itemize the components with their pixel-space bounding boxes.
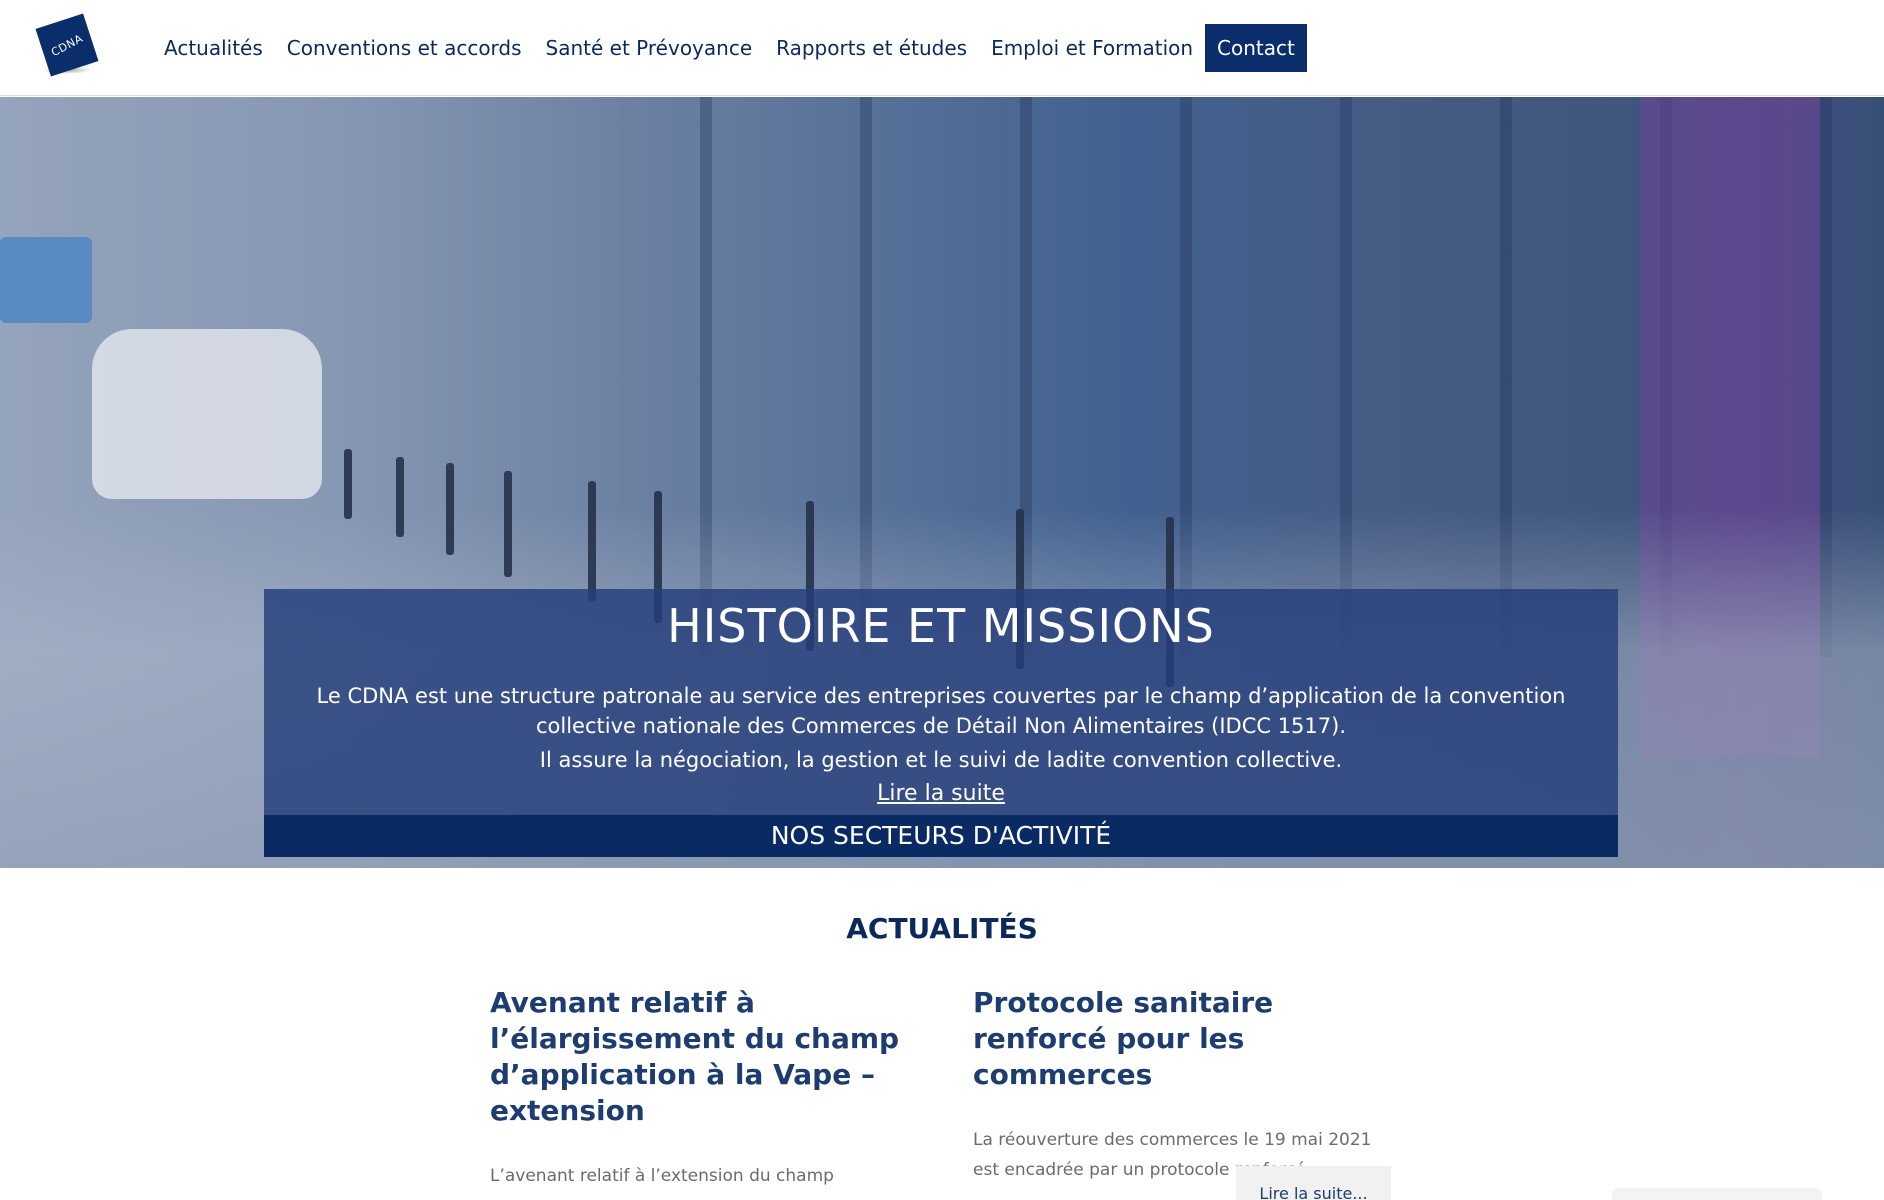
hero-panel: HISTOIRE ET MISSIONS Le CDNA est une str… — [264, 589, 1618, 815]
news-card-title[interactable]: Protocole sanitaire renforcé pour les co… — [973, 985, 1393, 1093]
nav-item-emploi[interactable]: Emploi et Formation — [979, 24, 1205, 72]
nav-item-contact[interactable]: Contact — [1205, 24, 1307, 72]
hero-description: Le CDNA est une structure patronale au s… — [316, 684, 1566, 738]
news-card-title[interactable]: Avenant relatif à l’élargissement du cha… — [490, 985, 910, 1129]
read-more-button[interactable]: Lire la suite... — [1236, 1166, 1391, 1200]
news-card-excerpt: L’avenant relatif à l’extension du champ — [490, 1166, 834, 1186]
news-heading: ACTUALITÉS — [846, 912, 1038, 945]
cdna-logo[interactable]: CDNA — [34, 13, 100, 82]
sectors-button[interactable]: NOS SECTEURS D'ACTIVITÉ — [264, 815, 1618, 857]
nav-item-rapports[interactable]: Rapports et études — [764, 24, 979, 72]
read-more-link[interactable]: Lire la suite — [877, 781, 1005, 806]
nav-item-actualites[interactable]: Actualités — [152, 24, 275, 72]
hero-bus-image — [0, 237, 92, 323]
nav-item-sante[interactable]: Santé et Prévoyance — [534, 24, 765, 72]
hero-car-image — [92, 329, 322, 499]
nav-item-conventions[interactable]: Conventions et accords — [275, 24, 534, 72]
hero-banner: HISTOIRE ET MISSIONS Le CDNA est une str… — [0, 97, 1884, 868]
logo-text: CDNA — [48, 31, 86, 59]
partial-button[interactable] — [1612, 1188, 1822, 1200]
main-nav: Actualités Conventions et accords Santé … — [152, 24, 1307, 72]
hero-description-2: Il assure la négociation, la gestion et … — [539, 748, 1343, 772]
news-card: Protocole sanitaire renforcé pour les co… — [973, 985, 1393, 1185]
hero-title: HISTOIRE ET MISSIONS — [667, 599, 1215, 653]
site-header: CDNA Actualités Conventions et accords S… — [0, 0, 1884, 96]
news-card: Avenant relatif à l’élargissement du cha… — [490, 985, 910, 1191]
